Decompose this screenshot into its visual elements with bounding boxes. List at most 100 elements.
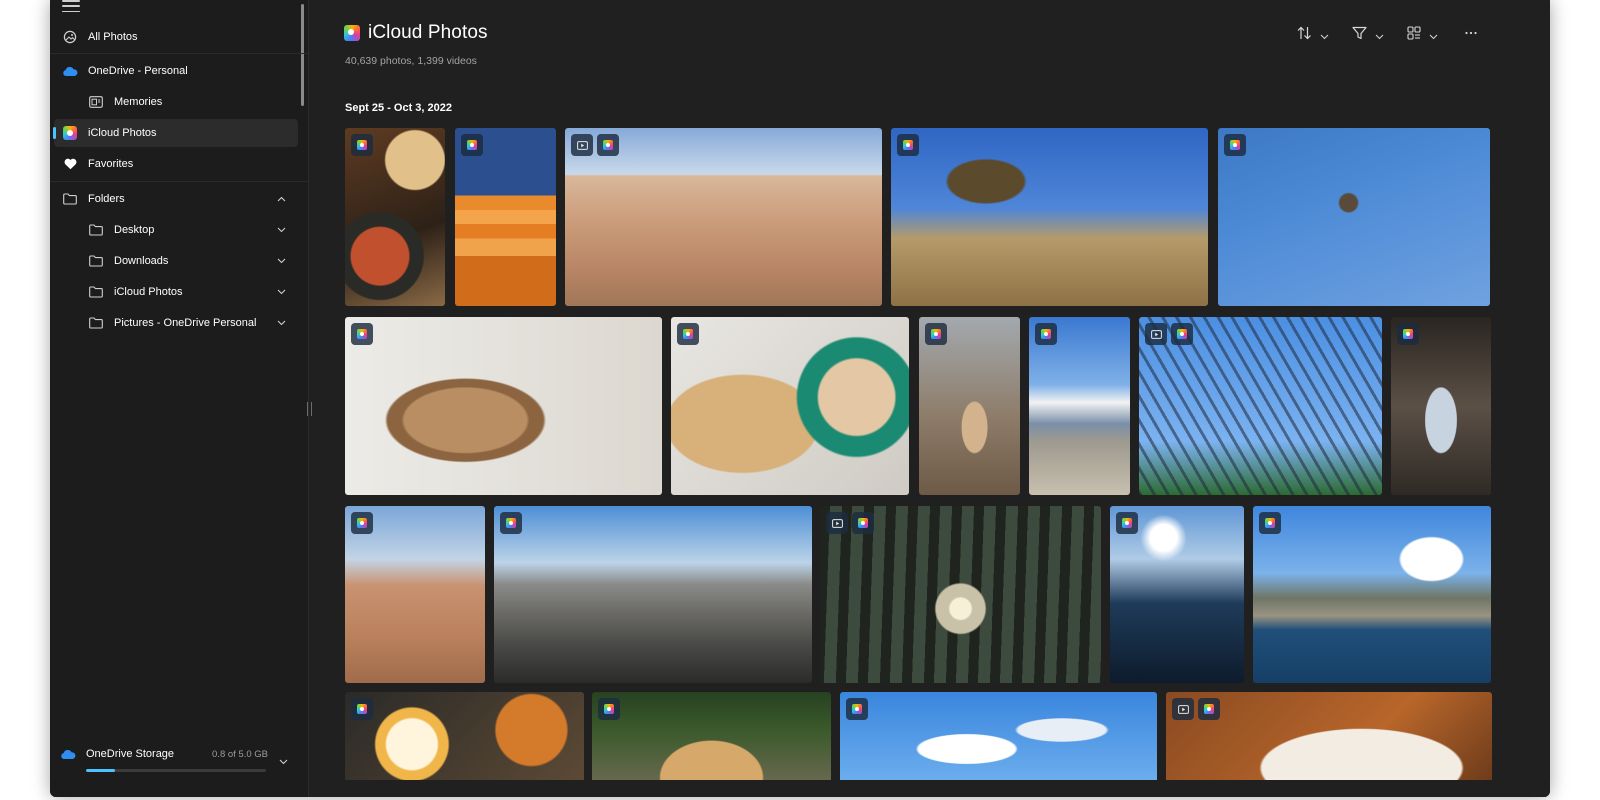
photo-badges <box>897 134 919 156</box>
all-photos-icon <box>62 29 78 45</box>
photo-eiffel-tower[interactable] <box>1139 317 1382 495</box>
sidebar-item-label: OneDrive - Personal <box>88 65 188 77</box>
divider <box>50 181 308 182</box>
sidebar-scrollbar[interactable] <box>301 4 304 106</box>
video-icon <box>571 134 593 156</box>
icloud-photos-icon <box>62 125 78 141</box>
sidebar-item-label: Desktop <box>114 224 155 236</box>
sidebar-item-all-photos[interactable]: All Photos <box>54 23 298 51</box>
photo-badges <box>1035 323 1057 345</box>
icloud-photos-icon <box>461 134 483 156</box>
chevron-down-icon[interactable] <box>277 255 286 267</box>
photo-desert-rocks-hiker[interactable] <box>565 128 882 306</box>
photo-badges <box>1116 512 1138 534</box>
window-bottom-edge <box>309 780 1550 797</box>
view-options-button[interactable] <box>1407 26 1438 45</box>
sort-icon <box>1297 26 1312 45</box>
main-content: iCloud Photos 40,639 photos, 1,399 video… <box>309 0 1550 797</box>
page-header: iCloud Photos <box>344 22 488 44</box>
photo-city-mountains[interactable] <box>494 506 812 683</box>
photo-brunch-skillet[interactable] <box>345 128 445 306</box>
video-icon <box>1145 323 1167 345</box>
sidebar-item-label: Favorites <box>88 158 134 170</box>
photo-badges <box>351 323 373 345</box>
icloud-photos-icon <box>1171 323 1193 345</box>
sidebar-item-icloud-photos-folder[interactable]: iCloud Photos <box>54 278 298 306</box>
photos-app-window: All Photos OneDrive - Personal Memories … <box>50 0 1550 797</box>
sidebar-item-pictures-onedrive[interactable]: Pictures - OneDrive Personal <box>54 309 298 337</box>
divider <box>50 53 308 54</box>
storage-progress-bar <box>86 769 266 772</box>
icloud-photos-icon <box>846 698 868 720</box>
photo-joshua-tree[interactable] <box>891 128 1208 306</box>
sidebar-item-label: iCloud Photos <box>88 127 157 139</box>
photo-swing-ride[interactable] <box>1218 128 1490 306</box>
filter-button[interactable] <box>1352 26 1384 45</box>
filter-icon <box>1352 26 1367 45</box>
icloud-photos-icon <box>1116 512 1138 534</box>
photo-bikes-by-beach[interactable] <box>1029 317 1130 495</box>
sidebar-item-downloads[interactable]: Downloads <box>54 247 298 275</box>
section-date-header: Sept 25 - Oct 3, 2022 <box>345 102 452 114</box>
video-icon <box>826 512 848 534</box>
chevron-up-icon[interactable] <box>277 193 286 205</box>
onedrive-storage[interactable]: OneDrive Storage 0.8 of 5.0 GB <box>60 744 290 774</box>
photo-badges <box>351 134 373 156</box>
chevron-down-icon[interactable] <box>277 224 286 236</box>
chevron-down-icon[interactable] <box>277 286 286 298</box>
photo-badges <box>598 698 620 720</box>
photo-dog-on-street[interactable] <box>919 317 1020 495</box>
icloud-photos-icon <box>1035 323 1057 345</box>
photo-dog-on-rocks[interactable] <box>592 692 831 787</box>
sidebar-item-onedrive-personal[interactable]: OneDrive - Personal <box>54 57 298 85</box>
folder-icon <box>88 222 104 238</box>
selected-indicator <box>53 127 56 139</box>
onedrive-cloud-icon <box>62 63 78 79</box>
icloud-photos-icon <box>351 323 373 345</box>
chevron-down-icon[interactable] <box>277 317 286 329</box>
photo-clouds-sky[interactable] <box>840 692 1157 787</box>
folder-icon <box>88 253 104 269</box>
photo-lake-cliffs[interactable] <box>1253 506 1491 683</box>
hamburger-menu-icon[interactable] <box>62 0 80 12</box>
photo-dessert-plate[interactable] <box>1166 692 1492 787</box>
icloud-photos-icon <box>1198 698 1220 720</box>
photo-dog-on-chair[interactable] <box>345 317 662 495</box>
sidebar-item-memories[interactable]: Memories <box>54 88 298 116</box>
folder-icon <box>88 284 104 300</box>
photo-desert-hiker[interactable] <box>345 506 485 683</box>
folder-icon <box>62 191 78 207</box>
photo-badges <box>677 323 699 345</box>
photo-badges <box>1145 323 1193 345</box>
photo-orange-wall[interactable] <box>455 128 556 306</box>
photo-badges <box>1172 698 1220 720</box>
icloud-photos-icon <box>1224 134 1246 156</box>
icloud-photos-icon <box>897 134 919 156</box>
chevron-down-icon[interactable] <box>279 752 288 770</box>
photo-pear-tart-latte[interactable] <box>671 317 909 495</box>
storage-progress-fill <box>86 769 115 772</box>
sidebar-item-favorites[interactable]: Favorites <box>54 150 298 178</box>
photo-badges <box>826 512 874 534</box>
folder-icon <box>88 315 104 331</box>
photo-badges <box>351 698 373 720</box>
sort-button[interactable] <box>1297 26 1329 45</box>
icloud-photos-icon <box>597 134 619 156</box>
icloud-photos-icon <box>1259 512 1281 534</box>
photo-badges <box>351 512 373 534</box>
photo-badges <box>571 134 619 156</box>
sidebar-item-desktop[interactable]: Desktop <box>54 216 298 244</box>
photo-forest-sunrays[interactable] <box>820 506 1101 683</box>
photo-rice-bowl-egg[interactable] <box>345 692 584 787</box>
sidebar-item-folders[interactable]: Folders <box>54 185 298 213</box>
sidebar: All Photos OneDrive - Personal Memories … <box>50 0 309 797</box>
memories-icon <box>88 94 104 110</box>
sidebar-item-icloud-photos[interactable]: iCloud Photos <box>53 119 298 147</box>
more-options-button[interactable] <box>1464 26 1478 45</box>
icloud-photos-icon <box>351 134 373 156</box>
photo-louvre-arch[interactable] <box>1391 317 1491 495</box>
icloud-photos-icon <box>1397 323 1419 345</box>
icloud-photos-icon <box>925 323 947 345</box>
photo-sunlit-shore[interactable] <box>1110 506 1244 683</box>
photo-count: 40,639 photos, 1,399 videos <box>345 55 477 67</box>
